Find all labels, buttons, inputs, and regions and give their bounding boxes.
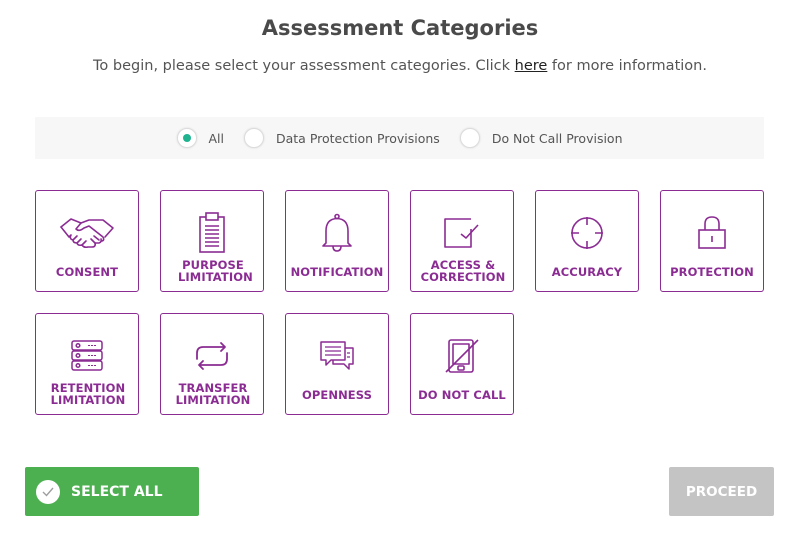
category-retention-limitation[interactable]: RETENTION LIMITATION bbox=[35, 313, 139, 415]
category-label: OPENNESS bbox=[301, 388, 372, 402]
crosshair-icon bbox=[571, 217, 603, 249]
no-phone-icon bbox=[445, 339, 479, 373]
transfer-arrows-icon bbox=[196, 342, 228, 370]
radio-button-checked[interactable] bbox=[176, 128, 197, 148]
lock-icon bbox=[698, 216, 726, 249]
proceed-button[interactable]: PROCEED bbox=[669, 467, 774, 516]
category-label: ACCESS & CORRECTION bbox=[420, 258, 506, 284]
category-purpose-limitation[interactable]: PURPOSE LIMITATION bbox=[160, 190, 264, 292]
checkbox-icon bbox=[444, 218, 479, 248]
check-icon bbox=[36, 479, 60, 504]
subtitle-text-end: for more information. bbox=[547, 58, 707, 74]
select-all-button[interactable]: SELECT ALL bbox=[25, 467, 199, 516]
category-label: TRANSFER LIMITATION bbox=[175, 381, 251, 407]
radio-data-protection[interactable]: Data Protection Provisions bbox=[244, 128, 440, 148]
category-label: PURPOSE LIMITATION bbox=[178, 258, 253, 284]
provision-filter: All Data Protection Provisions Do Not Ca… bbox=[35, 117, 764, 159]
category-label: RETENTION LIMITATION bbox=[50, 381, 126, 407]
category-notification[interactable]: NOTIFICATION bbox=[285, 190, 389, 292]
category-label: ACCURACY bbox=[551, 265, 623, 279]
category-openness[interactable]: OPENNESS bbox=[285, 313, 389, 415]
server-icon bbox=[71, 340, 103, 371]
category-label: DO NOT CALL bbox=[418, 388, 506, 402]
category-label: NOTIFICATION bbox=[290, 265, 384, 279]
radio-label: All bbox=[208, 130, 225, 146]
category-accuracy[interactable]: ACCURACY bbox=[535, 190, 639, 292]
clipboard-icon bbox=[199, 212, 225, 253]
category-label: PROTECTION bbox=[670, 265, 754, 279]
radio-button[interactable] bbox=[244, 128, 264, 148]
category-access-correction[interactable]: ACCESS & CORRECTION bbox=[410, 190, 514, 292]
handshake-icon bbox=[60, 218, 114, 249]
more-info-link[interactable]: here bbox=[515, 58, 548, 74]
radio-all[interactable]: All bbox=[176, 128, 225, 148]
page-subtitle: To begin, please select your assessment … bbox=[0, 58, 800, 74]
category-protection[interactable]: PROTECTION bbox=[660, 190, 764, 292]
select-all-label: SELECT ALL bbox=[71, 483, 163, 500]
category-do-not-call[interactable]: DO NOT CALL bbox=[410, 313, 514, 415]
subtitle-text: To begin, please select your assessment … bbox=[93, 58, 515, 74]
category-transfer-limitation[interactable]: TRANSFER LIMITATION bbox=[160, 313, 264, 415]
bell-icon bbox=[322, 213, 352, 252]
radio-label: Do Not Call Provision bbox=[491, 130, 623, 146]
radio-do-not-call[interactable]: Do Not Call Provision bbox=[459, 128, 623, 148]
category-label: CONSENT bbox=[55, 265, 119, 279]
chat-bubbles-icon bbox=[320, 341, 354, 370]
radio-button[interactable] bbox=[459, 128, 480, 148]
page-title: Assessment Categories bbox=[261, 16, 539, 40]
category-consent[interactable]: CONSENT bbox=[35, 190, 139, 292]
radio-label: Data Protection Provisions bbox=[276, 130, 440, 146]
